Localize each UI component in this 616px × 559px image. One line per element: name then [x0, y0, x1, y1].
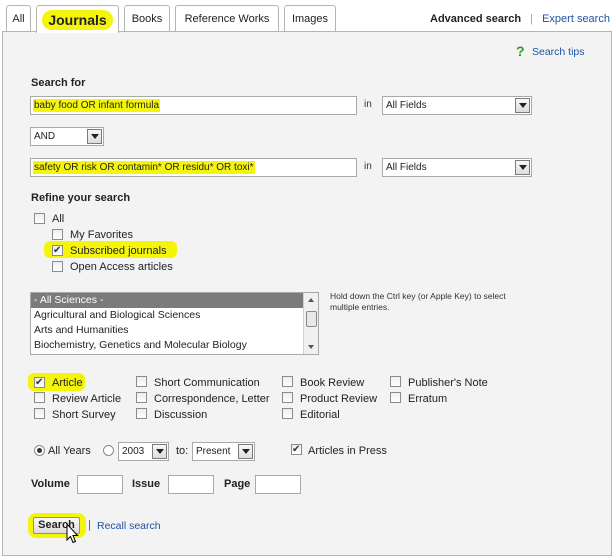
- recall-search-link[interactable]: Recall search: [97, 520, 161, 532]
- short-survey-label: Short Survey: [52, 409, 116, 421]
- tab-reference-works-label: Reference Works: [184, 13, 270, 25]
- editorial-checkbox[interactable]: [282, 408, 293, 419]
- chevron-down-icon: [87, 129, 102, 144]
- chevron-down-icon: [515, 98, 530, 113]
- list-item[interactable]: Agricultural and Biological Sciences: [31, 308, 318, 323]
- article-label: Article: [52, 377, 83, 389]
- field-2-select[interactable]: All Fields: [382, 158, 532, 177]
- list-item[interactable]: Arts and Humanities: [31, 323, 318, 338]
- chevron-down-icon: [238, 444, 253, 459]
- scroll-up-icon[interactable]: [308, 298, 314, 302]
- list-item[interactable]: Biochemistry, Genetics and Molecular Bio…: [31, 338, 318, 353]
- book-review-checkbox[interactable]: [282, 376, 293, 387]
- short-survey-checkbox[interactable]: [34, 408, 45, 419]
- erratum-checkbox[interactable]: [390, 392, 401, 403]
- list-item[interactable]: - All Sciences -: [31, 293, 318, 308]
- listbox-scrollbar[interactable]: [303, 293, 318, 354]
- publishers-note-checkbox[interactable]: [390, 376, 401, 387]
- mouse-pointer-icon: [66, 523, 79, 544]
- search-for-label: Search for: [31, 77, 86, 89]
- query-1-input[interactable]: baby food OR infant formula: [30, 96, 357, 115]
- correspondence-checkbox[interactable]: [136, 392, 147, 403]
- erratum-label: Erratum: [408, 393, 448, 405]
- all-checkbox[interactable]: [34, 213, 45, 224]
- in-label-1: in: [364, 99, 372, 110]
- all-label: All: [52, 213, 65, 225]
- articles-in-press-label: Articles in Press: [308, 445, 387, 457]
- issue-label: Issue: [132, 478, 161, 490]
- tab-books[interactable]: Books: [124, 5, 170, 32]
- subscribed-label: Subscribed journals: [70, 245, 167, 257]
- publishers-note-label: Publisher's Note: [408, 377, 488, 389]
- search-mode-links: Advanced search | Expert search: [430, 13, 610, 25]
- separator: |: [530, 13, 534, 25]
- field-1-select[interactable]: All Fields: [382, 96, 532, 115]
- field-2-value: All Fields: [386, 162, 427, 173]
- tab-journals[interactable]: Journals: [36, 5, 119, 33]
- editorial-label: Editorial: [300, 409, 340, 421]
- help-question-icon: ?: [516, 43, 525, 59]
- tab-images-label: Images: [291, 13, 329, 25]
- chevron-down-icon: [515, 160, 530, 175]
- volume-label: Volume: [31, 478, 70, 490]
- operator-value: AND: [34, 131, 56, 142]
- volume-input[interactable]: [77, 475, 123, 494]
- subject-listbox[interactable]: - All Sciences - Agricultural and Biolog…: [30, 292, 319, 355]
- tab-images[interactable]: Images: [284, 5, 336, 32]
- query-2-input[interactable]: safety OR risk OR contamin* OR residu* O…: [30, 158, 357, 177]
- all-years-radio[interactable]: [34, 445, 45, 456]
- tab-books-label: Books: [131, 13, 163, 25]
- page-input[interactable]: [255, 475, 301, 494]
- expert-search-link[interactable]: Expert search: [542, 13, 610, 25]
- scroll-down-icon[interactable]: [308, 345, 314, 349]
- discussion-label: Discussion: [154, 409, 208, 421]
- separator: |: [88, 519, 91, 531]
- open-access-label: Open Access articles: [70, 261, 173, 273]
- my-favorites-checkbox[interactable]: [52, 229, 63, 240]
- issue-input[interactable]: [168, 475, 214, 494]
- advanced-search-label: Advanced search: [430, 13, 522, 25]
- tab-all[interactable]: All: [6, 5, 31, 32]
- page-label: Page: [224, 478, 251, 490]
- review-article-label: Review Article: [52, 393, 122, 405]
- review-article-checkbox[interactable]: [34, 392, 45, 403]
- my-favorites-label: My Favorites: [70, 229, 133, 241]
- short-communication-label: Short Communication: [154, 377, 260, 389]
- tab-reference-works[interactable]: Reference Works: [175, 5, 279, 32]
- in-label-2: in: [364, 161, 372, 172]
- product-review-checkbox[interactable]: [282, 392, 293, 403]
- to-year-value: Present: [196, 446, 231, 457]
- query-2-value: safety OR risk OR contamin* OR residu* O…: [33, 161, 255, 174]
- open-access-checkbox[interactable]: [52, 261, 63, 272]
- short-communication-checkbox[interactable]: [136, 376, 147, 387]
- discussion-checkbox[interactable]: [136, 408, 147, 419]
- year-range-radio[interactable]: [103, 445, 114, 456]
- multi-select-hint: Hold down the Ctrl key (or Apple Key) to…: [330, 291, 506, 312]
- to-label: to:: [176, 445, 189, 457]
- articles-in-press-checkbox[interactable]: [291, 444, 302, 455]
- query-1-value: baby food OR infant formula: [33, 99, 161, 112]
- search-tips-link[interactable]: Search tips: [532, 46, 585, 58]
- to-year-select[interactable]: Present: [192, 442, 255, 461]
- article-checkbox[interactable]: [34, 377, 45, 388]
- tab-journals-label: Journals: [42, 9, 113, 30]
- from-year-select[interactable]: 2003: [118, 442, 169, 461]
- chevron-down-icon: [152, 444, 167, 459]
- refine-label: Refine your search: [31, 192, 131, 204]
- product-review-label: Product Review: [300, 393, 378, 405]
- scroll-thumb[interactable]: [306, 311, 317, 327]
- subscribed-checkbox[interactable]: [52, 245, 63, 256]
- field-1-value: All Fields: [386, 100, 427, 111]
- correspondence-label: Correspondence, Letter: [154, 393, 270, 405]
- operator-select[interactable]: AND: [30, 127, 104, 146]
- tab-all-label: All: [12, 13, 25, 25]
- book-review-label: Book Review: [300, 377, 365, 389]
- all-years-label: All Years: [48, 445, 91, 457]
- from-year-value: 2003: [122, 446, 145, 457]
